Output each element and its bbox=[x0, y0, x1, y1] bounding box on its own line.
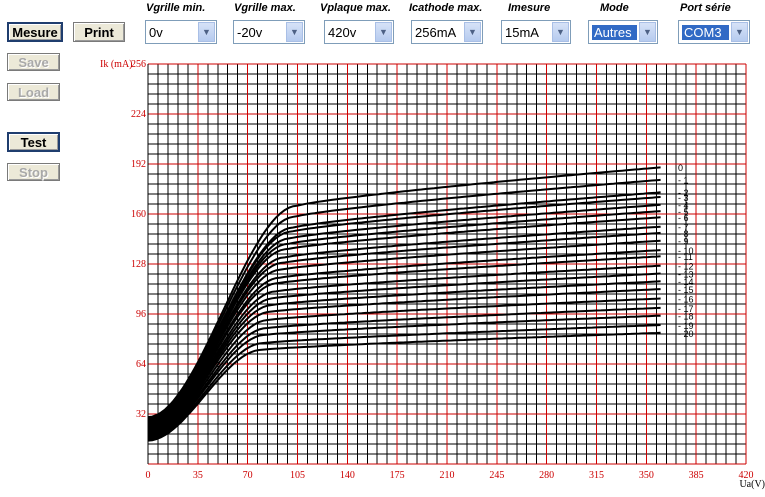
x-tick-label: 315 bbox=[589, 470, 604, 481]
y-tick-label: 32 bbox=[136, 409, 146, 420]
x-tick-label: 245 bbox=[489, 470, 504, 481]
y-tick-label: 224 bbox=[131, 109, 146, 120]
y-axis-label: Ik (mA) bbox=[100, 59, 133, 70]
x-tick-label: 210 bbox=[440, 470, 455, 481]
y-tick-label: 192 bbox=[131, 159, 146, 170]
x-tick-label: 175 bbox=[390, 470, 405, 481]
tube-characteristics-chart: 0 35 70 105 140 175 210 245 280 315 350 385 42032649… bbox=[100, 59, 765, 490]
y-tick-label: 160 bbox=[131, 209, 146, 220]
x-tick-label: 70 bbox=[243, 470, 253, 481]
x-axis-label: Ua(V) bbox=[739, 479, 765, 490]
curve-series-13 bbox=[147, 272, 661, 434]
x-tick-label: 350 bbox=[639, 470, 654, 481]
y-tick-label: 256 bbox=[131, 59, 146, 70]
x-tick-label: 140 bbox=[340, 470, 355, 481]
y-tick-label: 96 bbox=[136, 309, 146, 320]
y-tick-label: 128 bbox=[131, 259, 146, 270]
x-tick-label: 385 bbox=[689, 470, 704, 481]
series-label: 0 bbox=[678, 163, 683, 173]
x-tick-label: 35 bbox=[193, 470, 203, 481]
series-label: - 1 bbox=[678, 176, 689, 186]
curve-series-6 bbox=[147, 216, 661, 426]
x-tick-label: 0 bbox=[146, 470, 151, 481]
x-tick-label: 105 bbox=[290, 470, 305, 481]
y-tick-label: 64 bbox=[136, 359, 146, 370]
series-label: - 20 bbox=[678, 329, 694, 339]
x-tick-label: 280 bbox=[539, 470, 554, 481]
